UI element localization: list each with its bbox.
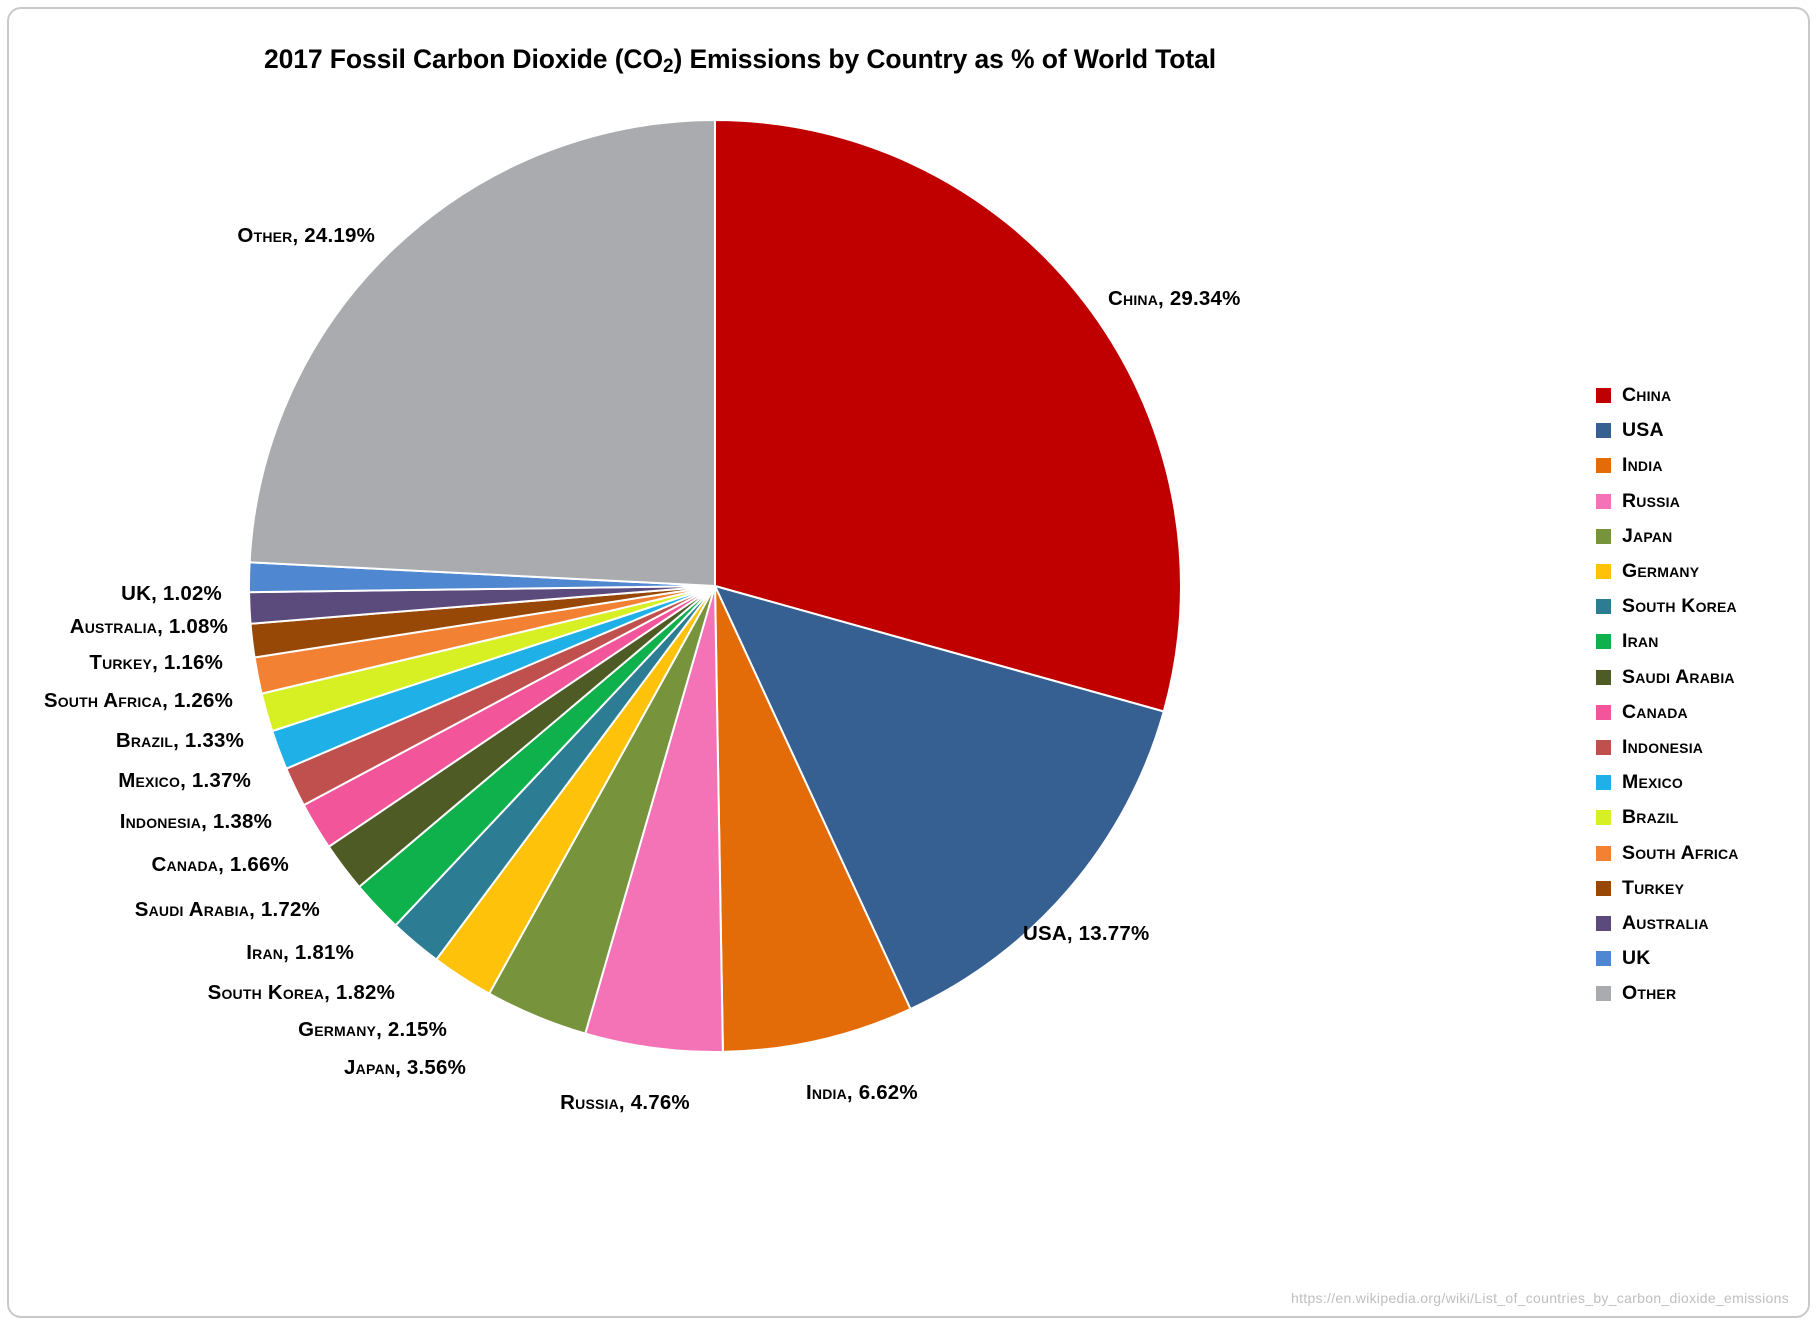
legend-color-swatch [1596,704,1611,720]
pie-svg [248,118,1182,1053]
legend-item[interactable]: Indonesia [1596,730,1806,765]
legend-item[interactable]: Canada [1596,695,1806,730]
legend-item[interactable]: Turkey [1596,871,1806,906]
legend-color-swatch [1596,880,1611,896]
legend-color-swatch [1596,528,1611,544]
legend-item[interactable]: Russia [1596,484,1806,519]
legend-item-label: India [1622,454,1663,477]
legend-item[interactable]: Germany [1596,554,1806,589]
legend-item[interactable]: USA [1596,413,1806,448]
slice-label: India, 6.62% [806,1081,918,1104]
slice-label: Mexico, 1.37% [118,769,251,792]
legend-color-swatch [1596,845,1611,861]
legend-item-label: Other [1622,982,1677,1005]
slice-label: Canada, 1.66% [151,853,289,876]
slice-label: China, 29.34% [1108,287,1241,310]
legend-item[interactable]: Iran [1596,624,1806,659]
legend-color-swatch [1596,388,1611,404]
legend-item-label: UK [1622,947,1651,970]
source-url: https://en.wikipedia.org/wiki/List_of_co… [1291,1290,1789,1306]
slice-label: Australia, 1.08% [69,615,228,638]
legend-color-swatch [1596,458,1611,474]
legend-color-swatch [1596,810,1611,826]
legend-item[interactable]: China [1596,378,1806,413]
legend-item-label: Russia [1622,489,1681,512]
slice-label: Other, 24.19% [237,224,375,247]
chart-title: 2017 Fossil Carbon Dioxide (CO2) Emissio… [0,44,1480,77]
legend-item-label: Iran [1622,630,1659,653]
legend-item[interactable]: Japan [1596,519,1806,554]
legend-item[interactable]: Australia [1596,906,1806,941]
slice-label: UK, 1.02% [121,582,222,605]
slice-label: Brazil, 1.33% [115,729,244,752]
legend-item-label: USA [1622,419,1664,442]
legend-item-label: Japan [1622,524,1673,547]
chart-title-subscript: 2 [663,56,674,77]
chart-title-suffix: ) Emissions by Country as % of World Tot… [673,44,1217,74]
slice-label: Saudi Arabia, 1.72% [134,898,320,921]
legend-color-swatch [1596,423,1611,439]
legend-item-label: Turkey [1622,876,1685,899]
slice-label: Japan, 3.56% [344,1056,466,1079]
legend-item-label: Mexico [1622,771,1684,794]
legend-item-label: Australia [1622,911,1709,934]
legend-item-label: China [1622,384,1672,407]
slice-label: Germany, 2.15% [298,1018,447,1041]
legend-item[interactable]: Brazil [1596,800,1806,835]
legend-item[interactable]: Other [1596,976,1806,1011]
legend-color-swatch [1596,986,1611,1002]
legend-item[interactable]: South Korea [1596,589,1806,624]
legend-color-swatch [1596,739,1611,755]
legend-item-label: Saudi Arabia [1622,665,1735,688]
slice-label: South Korea, 1.82% [207,981,395,1004]
legend-color-swatch [1596,915,1611,931]
legend-color-swatch [1596,493,1611,509]
legend-item[interactable]: India [1596,448,1806,483]
slice-label: USA, 13.77% [1023,922,1150,945]
pie-slices-group [248,118,1182,1053]
legend-item-label: Canada [1622,700,1688,723]
chart-title-prefix: 2017 Fossil Carbon Dioxide (CO [263,44,663,74]
legend-item-label: Germany [1622,560,1700,583]
slice-label: Turkey, 1.16% [89,651,223,674]
chart-page: 2017 Fossil Carbon Dioxide (CO2) Emissio… [0,0,1817,1325]
slice-label: Indonesia, 1.38% [119,810,272,833]
legend-item[interactable]: South Africa [1596,835,1806,870]
legend-item-label: South Korea [1622,595,1737,618]
legend-item[interactable]: Mexico [1596,765,1806,800]
pie-chart-area [245,116,1185,1056]
pie-slice[interactable] [248,118,716,588]
legend-color-swatch [1596,599,1611,615]
legend-color-swatch [1596,564,1611,580]
legend-item-label: South Africa [1622,841,1739,864]
legend-color-swatch [1596,951,1611,967]
legend-item[interactable]: Saudi Arabia [1596,660,1806,695]
legend-item-label: Indonesia [1622,735,1704,758]
legend-color-swatch [1596,775,1611,791]
slice-label: Iran, 1.81% [246,941,354,964]
slice-label: South Africa, 1.26% [43,689,233,712]
legend-item-label: Brazil [1622,806,1679,829]
legend-color-swatch [1596,669,1611,685]
legend-color-swatch [1596,634,1611,650]
legend-item[interactable]: UK [1596,941,1806,976]
slice-label: Russia, 4.76% [560,1091,690,1114]
legend: China USA India Russia Japan Germany South Kor… [1596,378,1806,1011]
